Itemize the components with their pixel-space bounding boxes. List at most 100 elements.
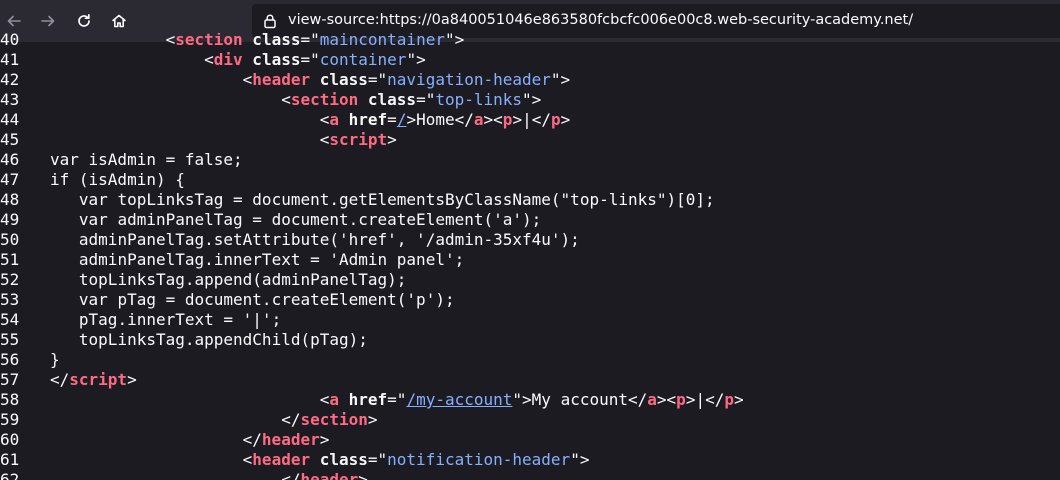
code-token: > — [319, 430, 330, 449]
source-line: 60 </header> — [0, 430, 1060, 450]
source-line: 44 <a href=/>Home</a><p>|</p> — [0, 110, 1060, 130]
home-button[interactable] — [105, 7, 133, 35]
code-token: < — [319, 390, 330, 409]
back-button[interactable] — [0, 7, 28, 35]
line-number: 50 — [0, 230, 20, 249]
code-token: < — [165, 33, 176, 49]
source-link[interactable]: /my-account — [406, 390, 512, 409]
source-line: 59 </section> — [0, 410, 1060, 430]
code-token: section — [175, 33, 243, 49]
source-line: 46 var isAdmin = false; — [0, 150, 1060, 170]
source-line: 48 var topLinksTag = document.getElement… — [0, 190, 1060, 210]
code-token: < — [281, 90, 291, 109]
reload-button[interactable] — [70, 7, 98, 35]
line-number: 60 — [0, 430, 20, 449]
code-token: </ — [242, 430, 262, 449]
code-token: p — [676, 390, 686, 409]
code-token: "> — [570, 450, 590, 469]
code-token: "> — [522, 90, 542, 109]
code-token: </ — [281, 470, 301, 480]
code-token: </ — [281, 410, 301, 429]
arrow-right-icon — [41, 15, 55, 27]
source-line: 41 <div class="container"> — [0, 50, 1060, 70]
code-token: < — [242, 450, 253, 469]
code-token: if (isAdmin) { — [50, 170, 185, 189]
code-token: var isAdmin = false; — [50, 150, 243, 169]
forward-button[interactable] — [34, 7, 62, 35]
source-line: 61 <header class="notification-header"> — [0, 450, 1060, 470]
code-token: href — [339, 110, 388, 129]
code-token: < — [319, 110, 330, 129]
code-token: > — [127, 370, 137, 389]
source-line: 62 </header> — [0, 470, 1060, 480]
line-number: 43 — [0, 90, 20, 109]
line-number: 58 — [0, 390, 20, 409]
code-token: notification-header — [387, 450, 571, 469]
code-token: header — [252, 70, 311, 89]
code-token: p — [724, 390, 734, 409]
code-token: section — [300, 410, 368, 429]
line-number: 48 — [0, 190, 20, 209]
line-number: 46 — [0, 150, 20, 169]
code-token: =" — [367, 70, 388, 89]
source-line: 42 <header class="navigation-header"> — [0, 70, 1060, 90]
lock-icon[interactable] — [262, 13, 278, 29]
code-token: =" — [300, 33, 320, 49]
code-token: ">My account</ — [512, 390, 648, 409]
code-token: header — [300, 470, 359, 480]
line-number: 40 — [0, 33, 20, 49]
code-token: "> — [550, 70, 571, 89]
line-number: 51 — [0, 250, 20, 269]
source-line: 40 <section class="maincontainer"> — [0, 33, 1060, 50]
code-token: >< — [656, 390, 677, 409]
code-token: =" — [416, 90, 436, 109]
code-token: >|</ — [685, 390, 725, 409]
code-token: a — [329, 390, 339, 409]
code-token: } — [50, 350, 60, 369]
code-token: < — [319, 130, 330, 149]
code-token: "> — [406, 50, 426, 69]
code-token: =" — [367, 450, 388, 469]
source-link[interactable]: / — [397, 110, 407, 129]
code-token: topLinksTag.append(adminPanelTag); — [78, 270, 407, 289]
code-token: header — [252, 450, 311, 469]
code-token: =" — [300, 50, 320, 69]
code-token: < — [204, 50, 214, 69]
line-number: 57 — [0, 370, 20, 389]
reload-icon — [78, 13, 90, 27]
arrow-left-icon — [7, 15, 21, 27]
code-token: var adminPanelTag = document.createEleme… — [78, 210, 542, 229]
code-token: container — [319, 50, 407, 69]
source-line: 56} — [0, 350, 1060, 370]
code-token: header — [261, 430, 320, 449]
code-token: class — [242, 33, 301, 49]
line-number: 59 — [0, 410, 20, 429]
line-number: 54 — [0, 310, 20, 329]
source-line: 49 var adminPanelTag = document.createEl… — [0, 210, 1060, 230]
line-number: 52 — [0, 270, 20, 289]
code-token: > — [387, 130, 397, 149]
source-line: 54 pTag.innerText = '|'; — [0, 310, 1060, 330]
code-token: section — [290, 90, 359, 109]
code-token: top-links — [435, 90, 523, 109]
code-token: var pTag = document.createElement('p'); — [78, 290, 455, 309]
code-token: > — [367, 410, 378, 429]
line-number: 55 — [0, 330, 20, 349]
source-line: 52 topLinksTag.append(adminPanelTag); — [0, 270, 1060, 290]
code-token: class — [242, 50, 301, 69]
source-line: 51 adminPanelTag.innerText = 'Admin pane… — [0, 250, 1060, 270]
home-icon — [112, 14, 126, 28]
url-text[interactable]: view-source:https://0a840051046e863580fc… — [288, 12, 913, 28]
